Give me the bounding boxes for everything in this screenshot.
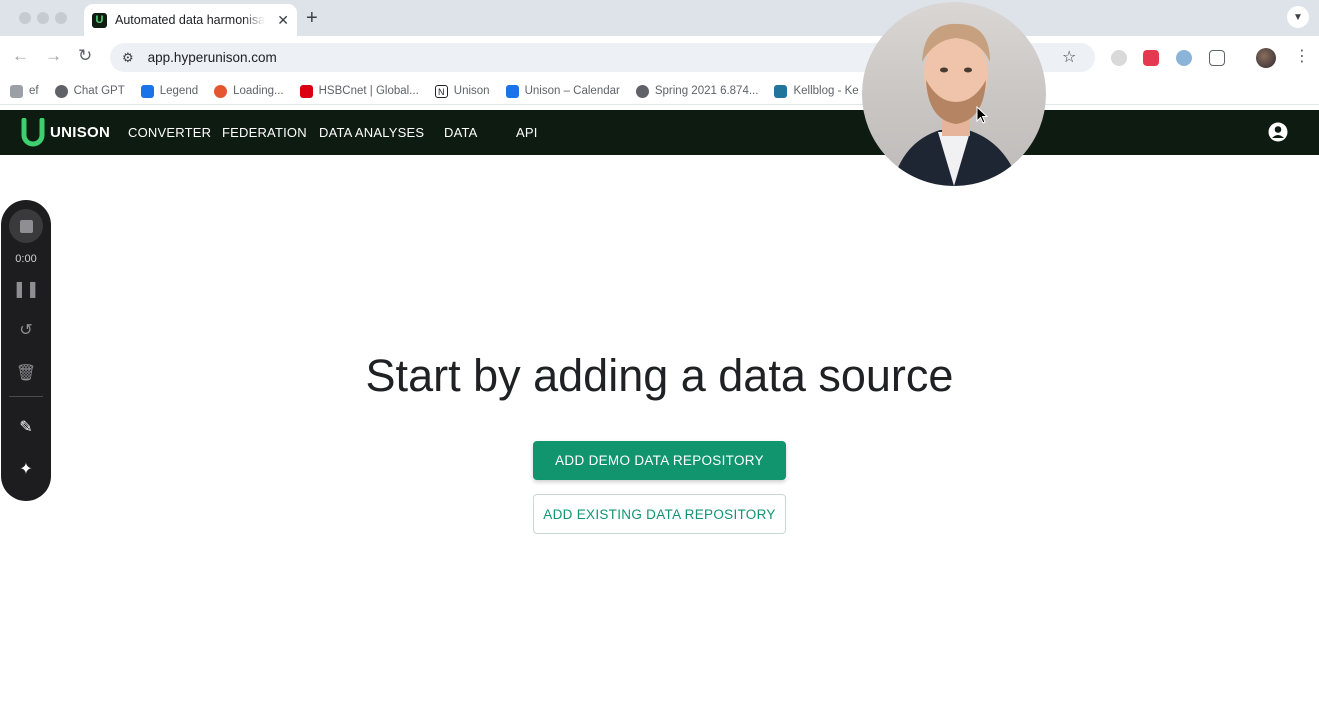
bookmark-item[interactable]: Kellblog - Ke — [774, 84, 859, 98]
back-arrow-icon[interactable]: ← — [12, 46, 29, 66]
bookmark-label: HSBCnet | Global... — [318, 85, 419, 97]
window-zoom-dot[interactable] — [55, 12, 67, 24]
unison-favicon-icon: U — [92, 12, 107, 28]
bookmark-item[interactable]: Legend — [140, 84, 199, 98]
forward-arrow-icon[interactable]: → — [45, 46, 62, 66]
globe-icon — [635, 84, 649, 98]
bookmark-item[interactable]: ef — [10, 84, 39, 98]
bookmark-label: Legend — [159, 85, 199, 97]
browser-tab-active[interactable]: U Automated data harmonisation ✕ — [84, 4, 297, 36]
restart-icon[interactable]: ↺ — [1, 320, 51, 340]
site-settings-icon[interactable]: ⚙ — [122, 50, 134, 66]
reload-icon[interactable]: ↻ — [78, 46, 92, 66]
bookmark-label: Unison – Calendar — [524, 85, 620, 97]
bookmark-item[interactable]: Chat GPT — [54, 84, 125, 98]
browser-menu-icon[interactable]: ⋮ — [1294, 46, 1310, 66]
unison-u-icon — [21, 117, 45, 146]
notion-icon: N — [434, 84, 448, 98]
bookmark-label: Kellblog - Ke — [793, 85, 859, 97]
account-icon[interactable] — [1268, 122, 1288, 142]
bookmark-label: Spring 2021 6.874... — [654, 85, 759, 97]
trash-icon[interactable]: 🗑 — [1, 363, 51, 383]
profile-avatar[interactable] — [1256, 48, 1276, 68]
extension-red-badge-icon[interactable] — [1111, 50, 1127, 66]
bookmark-item[interactable]: Spring 2021 6.874... — [635, 84, 759, 98]
tab-search-chevron-icon[interactable]: ▼ — [1287, 6, 1309, 28]
browser-tab-strip: U Automated data harmonisation ✕ + ▼ — [0, 0, 1319, 36]
bookmarks-bar: ef Chat GPT Legend Loading... HSBCnet | … — [0, 78, 1319, 105]
pencil-icon[interactable]: ✎ — [1, 417, 51, 437]
unison-logo[interactable]: UNISON — [20, 117, 111, 148]
browser-toolbar: ← → ↻ ⚙ app.hyperunison.com ☆ ⋮ — [0, 36, 1319, 78]
bookmark-item[interactable]: Loading... — [214, 84, 284, 98]
new-tab-button[interactable]: + — [306, 7, 318, 30]
hubspot-icon — [214, 84, 228, 98]
nav-converter[interactable]: CONVERTER — [128, 125, 211, 140]
nav-data-analyses[interactable]: DATA ANALYSES — [319, 125, 424, 140]
nav-federation[interactable]: FEDERATION — [222, 125, 307, 140]
screen-recorder-controls: 0:00 ❚❚ ↺ 🗑 ✎ ✦ — [1, 200, 51, 501]
brand-name: UNISON — [50, 124, 111, 141]
extension-globe-icon[interactable] — [1176, 50, 1192, 66]
hsbc-icon — [299, 84, 313, 98]
stop-icon — [19, 219, 33, 233]
add-demo-repository-button[interactable]: ADD DEMO DATA REPOSITORY — [533, 441, 786, 480]
window-minimize-dot[interactable] — [37, 12, 49, 24]
bookmark-label: Chat GPT — [73, 85, 125, 97]
key-icon — [10, 84, 23, 98]
bookmark-label: ef — [29, 85, 39, 97]
nav-api[interactable]: API — [516, 125, 538, 140]
mouse-cursor-icon — [976, 106, 988, 124]
webcam-bubble[interactable] — [862, 2, 1046, 186]
bookmark-item[interactable]: HSBCnet | Global... — [299, 84, 419, 98]
app-nav-bar: UNISON CONVERTER FEDERATION DATA ANALYSE… — [0, 110, 1319, 155]
tab-close-icon[interactable]: ✕ — [277, 12, 289, 29]
extension-red-icon[interactable] — [1143, 50, 1159, 66]
nav-data[interactable]: DATA — [444, 125, 478, 140]
tab-title: Automated data harmonisation — [115, 13, 265, 27]
extensions-puzzle-icon[interactable] — [1209, 50, 1225, 66]
url-text[interactable]: app.hyperunison.com — [148, 50, 277, 65]
bookmark-star-icon[interactable]: ☆ — [1062, 47, 1076, 67]
bookmark-label: Unison — [453, 85, 490, 97]
recording-timer: 0:00 — [15, 253, 37, 265]
page-title: Start by adding a data source — [365, 350, 954, 401]
bookmark-item[interactable]: N Unison — [434, 84, 490, 98]
calendar-icon — [505, 84, 519, 98]
recorder-divider — [9, 396, 43, 397]
openai-icon — [54, 84, 68, 98]
presenter-video-image — [892, 23, 1020, 186]
bookmark-item[interactable]: Unison – Calendar — [505, 84, 620, 98]
stop-recording-button[interactable] — [9, 209, 43, 243]
wordpress-icon — [774, 84, 788, 98]
bookmark-label: Loading... — [233, 85, 284, 97]
legend-icon — [140, 84, 154, 98]
window-close-dot[interactable] — [19, 12, 31, 24]
magic-wand-icon[interactable]: ✦ — [1, 459, 51, 479]
add-existing-repository-button[interactable]: ADD EXISTING DATA REPOSITORY — [533, 494, 786, 534]
pause-icon[interactable]: ❚❚ — [1, 279, 51, 299]
